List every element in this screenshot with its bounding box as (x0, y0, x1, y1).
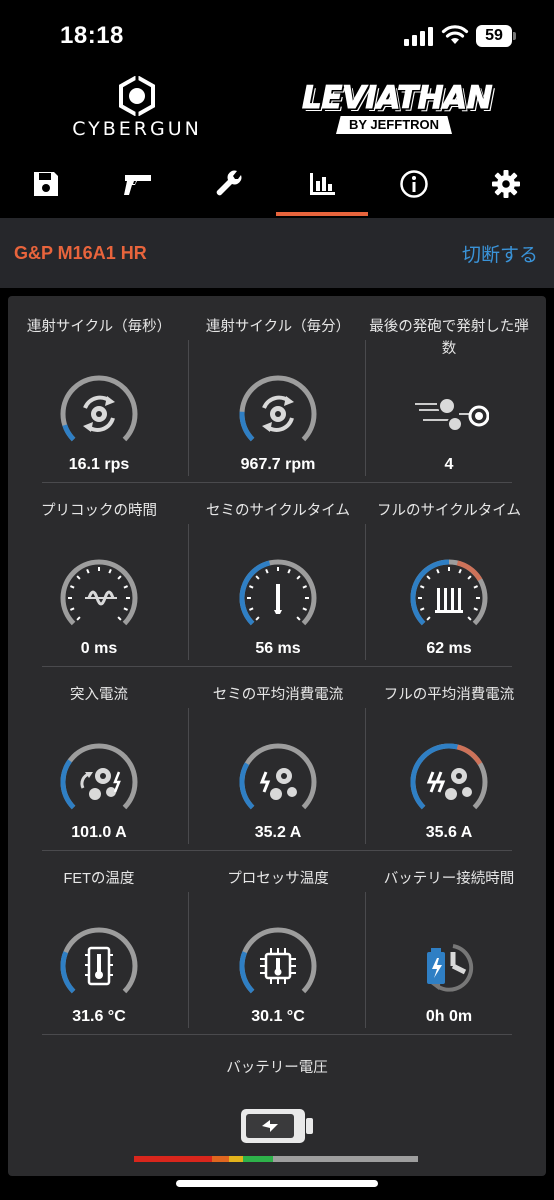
stat-label: 連射サイクル（毎秒） (26, 319, 172, 335)
full-gauge-icon (410, 559, 488, 626)
divider (188, 708, 189, 844)
stat-cell: セミのサイクルタイム 56 ms (193, 480, 363, 662)
battery-percent: 59 (485, 27, 503, 44)
cellular-signal-icon (404, 27, 433, 46)
wifi-icon (441, 25, 469, 44)
battery-voltage-label: バッテリー電圧 (226, 1060, 328, 1076)
home-indicator (176, 1180, 378, 1187)
status-bar: 18:18 59 (0, 0, 554, 72)
cybergun-logo: CYBERGUN (62, 76, 212, 142)
stat-label: セミの平均消費電流 (212, 687, 344, 703)
divider (188, 340, 189, 476)
stat-label: プリコックの時間 (41, 503, 157, 519)
stat-cell: 連射サイクル（毎秒） 16.1 rps (14, 296, 184, 478)
stat-label: FETの温度 (63, 871, 135, 887)
divider (365, 892, 366, 1028)
stat-cell: FETの温度 31.6 °C (14, 848, 184, 1030)
tab-tools[interactable] (184, 150, 276, 218)
full-current-icon (410, 743, 488, 810)
tab-settings[interactable] (460, 150, 552, 218)
stat-label: プロセッサ温度 (227, 871, 329, 887)
divider (42, 666, 512, 667)
leviathan-logo-text: LEVIATHAN (302, 80, 494, 117)
stat-value: 30.1 °C (251, 1008, 305, 1025)
cybergun-emblem-icon (119, 76, 155, 116)
status-time: 18:18 (60, 22, 124, 49)
gun-icon (124, 175, 151, 195)
stat-value: 62 ms (426, 640, 472, 657)
stat-label: 最後の発砲で発射した弾数 (369, 319, 529, 357)
stat-value: 101.0 A (71, 824, 127, 841)
stat-value: 0 ms (80, 640, 118, 657)
divider (365, 340, 366, 476)
stat-value: 31.6 °C (72, 1008, 126, 1025)
bullets-icon (415, 397, 489, 432)
leviathan-logo-subtitle: BY JEFFTRON (336, 116, 452, 134)
spring-gauge-icon (60, 559, 138, 626)
stat-value: 967.7 rpm (240, 456, 316, 473)
battery-voltage-bar (134, 1156, 418, 1162)
stat-label: 連射サイクル（毎分） (205, 319, 351, 335)
device-header: G&P M16A1 HR 切断する (0, 218, 554, 288)
semi-gauge-icon (239, 559, 317, 626)
stat-label: フルのサイクルタイム (377, 503, 521, 519)
leviathan-logo: LEVIATHAN BY JEFFTRON (302, 78, 494, 138)
voltage-level-segment (134, 1156, 212, 1162)
voltage-remaining-segment (273, 1156, 418, 1162)
stat-cell: プリコックの時間 0 ms (14, 480, 184, 662)
stat-label: 突入電流 (70, 687, 128, 703)
stat-value: 16.1 rps (68, 456, 130, 473)
tab-bar (0, 150, 554, 218)
stat-cell: フルのサイクルタイム 62 ms (364, 480, 534, 662)
save-icon (34, 172, 58, 196)
battery-status-icon: 59 (476, 25, 516, 47)
stat-cell: プロセッサ温度 30.1 °C (193, 848, 363, 1030)
stat-cell: セミの平均消費電流 35.2 A (193, 664, 363, 846)
device-name: G&P M16A1 HR (14, 243, 147, 263)
stat-value: 35.6 A (425, 824, 473, 841)
stat-label: バッテリー接続時間 (383, 871, 515, 887)
stat-cell: 最後の発砲で発射した弾数 4 (364, 296, 534, 478)
processor-icon (239, 927, 317, 994)
tab-info[interactable] (368, 150, 460, 218)
tab-gun[interactable] (92, 150, 184, 218)
stat-cell: 連射サイクル（毎分） 967.7 rpm (193, 296, 363, 478)
semi-current-icon (239, 743, 317, 810)
tab-statistics[interactable] (276, 150, 368, 218)
divider (42, 482, 512, 483)
stat-cell: フルの平均消費電流 35.6 A (364, 664, 534, 846)
divider (365, 708, 366, 844)
thermometer-icon (60, 927, 138, 994)
gear-icon (492, 170, 520, 198)
cybergun-logo-text: CYBERGUN (72, 118, 202, 140)
inrush-gear-icon (60, 743, 138, 810)
stat-value: 35.2 A (254, 824, 302, 841)
voltage-level-segment (228, 1156, 243, 1162)
stat-value: 56 ms (255, 640, 301, 657)
stat-cell: バッテリー接続時間 0h 0m (364, 848, 534, 1030)
stat-value: 0h 0m (425, 1008, 473, 1025)
wrench-icon (216, 170, 242, 196)
statistics-panel: 連射サイクル（毎秒） 16.1 rps 連射サイクル（毎分） 967.7 rpm 最後の… (8, 296, 546, 1176)
divider (188, 524, 189, 660)
cycle-gear-icon (60, 375, 138, 442)
stat-cell: 突入電流 101.0 A (14, 664, 184, 846)
divider (42, 850, 512, 851)
stat-value: 4 (444, 456, 454, 473)
bar-chart-icon (310, 173, 335, 195)
stat-label: フルの平均消費電流 (383, 687, 515, 703)
voltage-level-segment (242, 1156, 274, 1162)
cycle-gear-icon (239, 375, 317, 442)
voltage-level-segment (211, 1156, 229, 1162)
divider (188, 892, 189, 1028)
stat-label: セミのサイクルタイム (206, 503, 350, 519)
divider (42, 1034, 512, 1035)
disconnect-button[interactable]: 切断する (462, 240, 538, 267)
battery-charge-icon (241, 1109, 313, 1143)
battery-clock-icon (427, 944, 474, 992)
info-icon (400, 170, 428, 198)
tab-save[interactable] (0, 150, 92, 218)
divider (365, 524, 366, 660)
